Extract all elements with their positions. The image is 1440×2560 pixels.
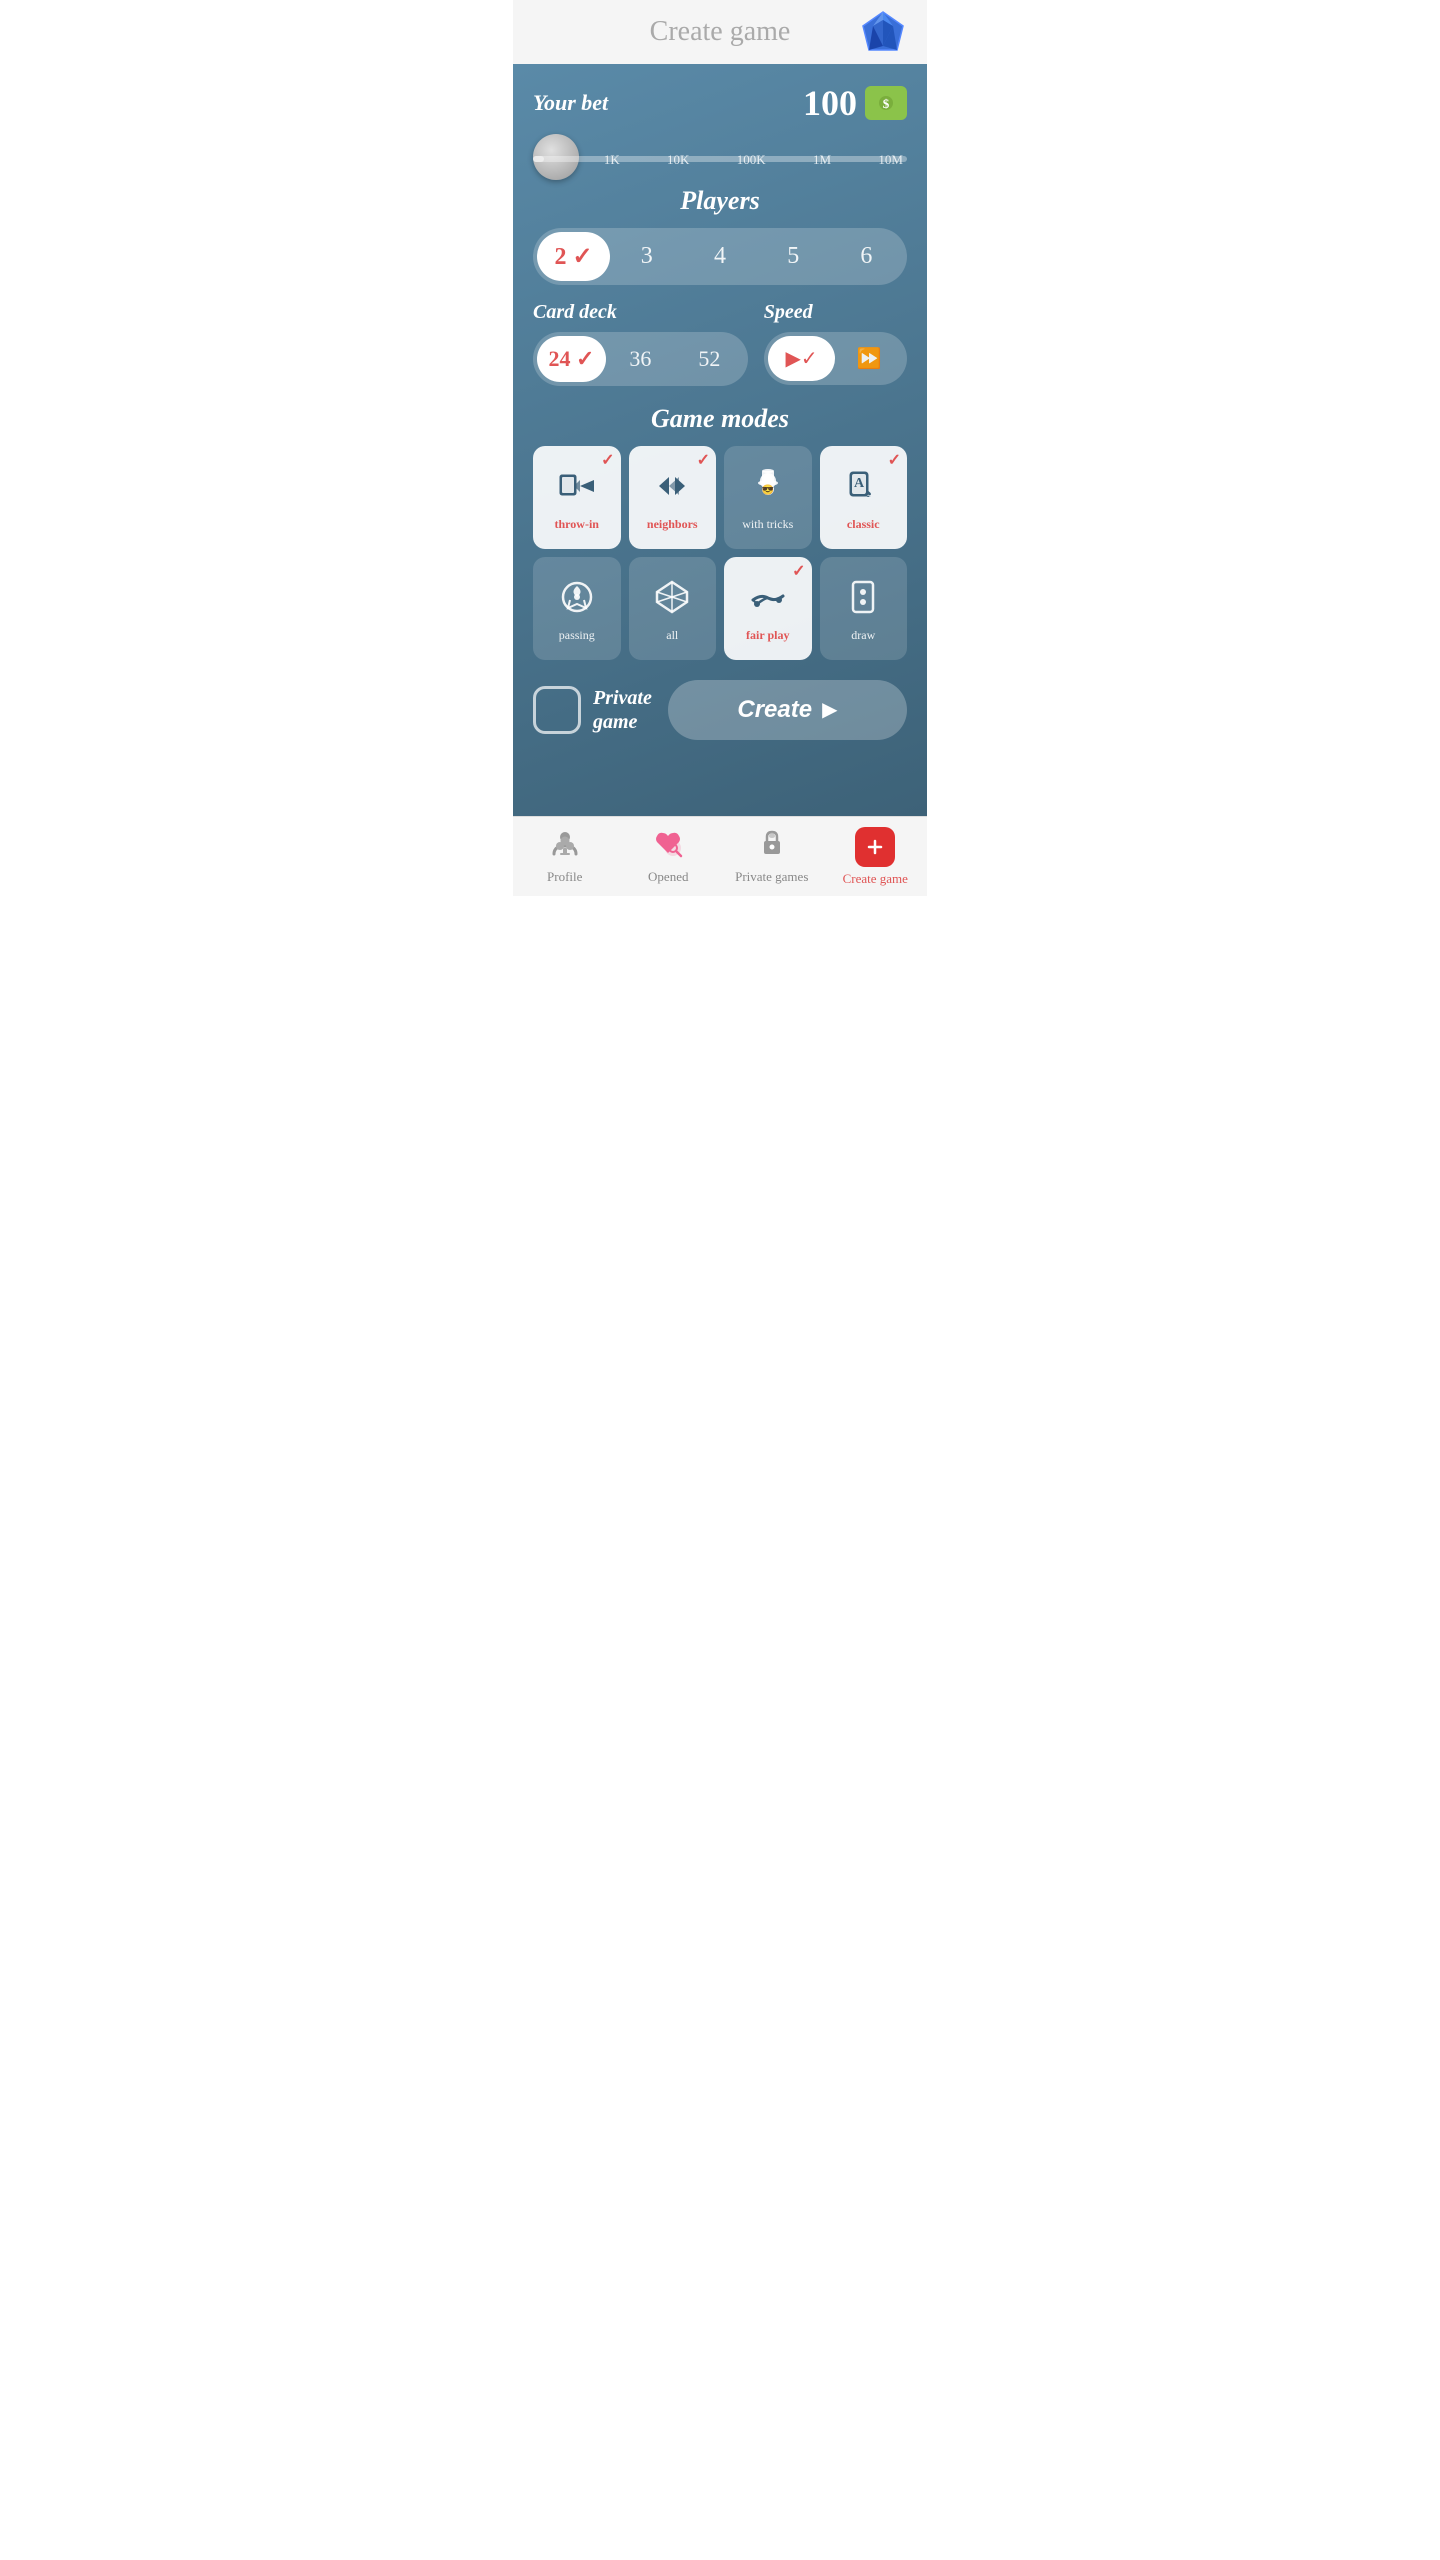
card-deck-label: Card deck [533,301,748,324]
passing-label: passing [559,628,595,643]
fast-forward-icon: ⏩ [857,346,882,371]
neighbors-label: neighbors [647,517,698,532]
create-game-diamond-icon [855,827,895,867]
nav-create-game-label: Create game [843,871,908,887]
checkmark-fair-play: ✓ [792,561,805,581]
private-game-checkbox[interactable] [533,686,581,734]
mode-passing[interactable]: passing [533,557,621,660]
fair-play-label: fair play [746,628,789,643]
speed-label: Speed [764,301,907,324]
main-content: Your bet 100 $ 100 1K 10K [513,64,927,816]
private-games-icon [757,828,787,865]
deck-option-24[interactable]: 24 ✓ [537,336,606,382]
deck-option-36[interactable]: 36 [606,336,675,382]
players-title: Players [533,186,907,216]
bet-label: Your bet [533,90,608,116]
speed-option-fast[interactable]: ⏩ [835,336,903,381]
nav-opened[interactable]: Opened [617,817,721,896]
passing-icon [558,578,596,624]
mode-fair-play[interactable]: ✓ fair play [724,557,812,660]
player-option-6[interactable]: 6 [830,233,903,280]
nav-private-games-label: Private games [735,869,808,885]
mode-all[interactable]: all [629,557,717,660]
deck-section: Card deck 24 ✓ 36 52 [533,301,748,386]
deck-selector: 24 ✓ 36 52 [533,332,748,386]
mode-with-tricks[interactable]: 😎 with tricks [724,446,812,549]
mode-neighbors[interactable]: ✓ neighbors [629,446,717,549]
bet-value-container: 100 $ [803,82,907,124]
with-tricks-icon: 😎 [749,467,787,513]
player-option-5[interactable]: 5 [757,233,830,280]
players-selector: 2 ✓ 3 4 5 6 [533,228,907,285]
bet-value: 100 [803,82,857,124]
create-button[interactable]: Create ▶ [668,680,907,740]
all-icon [653,578,691,624]
nav-profile[interactable]: Profile [513,817,617,896]
create-button-text: Create [737,696,812,724]
mode-classic[interactable]: ✓ A ♠ classic [820,446,908,549]
mode-draw[interactable]: draw [820,557,908,660]
nav-private-games[interactable]: Private games [720,817,824,896]
page-title: Create game [650,16,791,48]
nav-profile-label: Profile [547,869,582,885]
profile-icon [550,828,580,865]
draw-icon [844,578,882,624]
svg-text:$: $ [883,96,890,111]
deck-speed-row: Card deck 24 ✓ 36 52 Speed ▶✓ ⏩ [533,301,907,386]
bet-section: Your bet 100 $ 100 1K 10K [533,82,907,168]
create-game-icon [855,827,895,867]
svg-text:A: A [854,476,865,491]
slider-track [533,156,907,162]
opened-icon [653,828,683,865]
neighbors-icon [653,467,691,513]
game-modes-grid: ✓ throw-in ✓ neighbors [533,446,907,660]
speed-selector: ▶✓ ⏩ [764,332,907,385]
all-label: all [666,628,678,643]
nav-create-game[interactable]: Create game [824,817,928,896]
slider[interactable] [533,134,907,140]
checkmark-throw-in: ✓ [601,450,614,470]
svg-text:😎: 😎 [762,484,774,496]
throw-in-icon [558,467,596,513]
mode-throw-in[interactable]: ✓ throw-in [533,446,621,549]
nav-opened-label: Opened [648,869,688,885]
classic-icon: A ♠ [844,467,882,513]
checkmark-neighbors: ✓ [697,450,710,470]
checkmark-classic: ✓ [888,450,901,470]
deck-option-52[interactable]: 52 [675,336,744,382]
header: Create game [513,0,927,64]
bottom-nav: Profile Opened Private games [513,816,927,896]
fair-play-icon [749,578,787,624]
draw-label: draw [851,628,875,643]
with-tricks-label: with tricks [742,517,793,532]
speed-section: Speed ▶✓ ⏩ [764,301,907,385]
player-option-2[interactable]: 2 ✓ [537,232,610,281]
money-icon: $ [865,86,907,120]
game-modes-title: Game modes [533,404,907,434]
bottom-row: Privategame Create ▶ [533,680,907,740]
private-game-section: Privategame [533,686,652,734]
gem-icon [859,8,907,56]
slider-fill [533,156,544,162]
svg-text:♠: ♠ [865,486,872,500]
player-option-4[interactable]: 4 [683,233,756,280]
classic-label: classic [847,517,880,532]
private-game-label: Privategame [593,686,652,734]
play-check-icon: ▶✓ [786,346,818,371]
player-option-3[interactable]: 3 [610,233,683,280]
speed-option-normal[interactable]: ▶✓ [768,336,836,381]
create-button-arrow-icon: ▶ [822,697,837,722]
throw-in-label: throw-in [555,517,599,532]
